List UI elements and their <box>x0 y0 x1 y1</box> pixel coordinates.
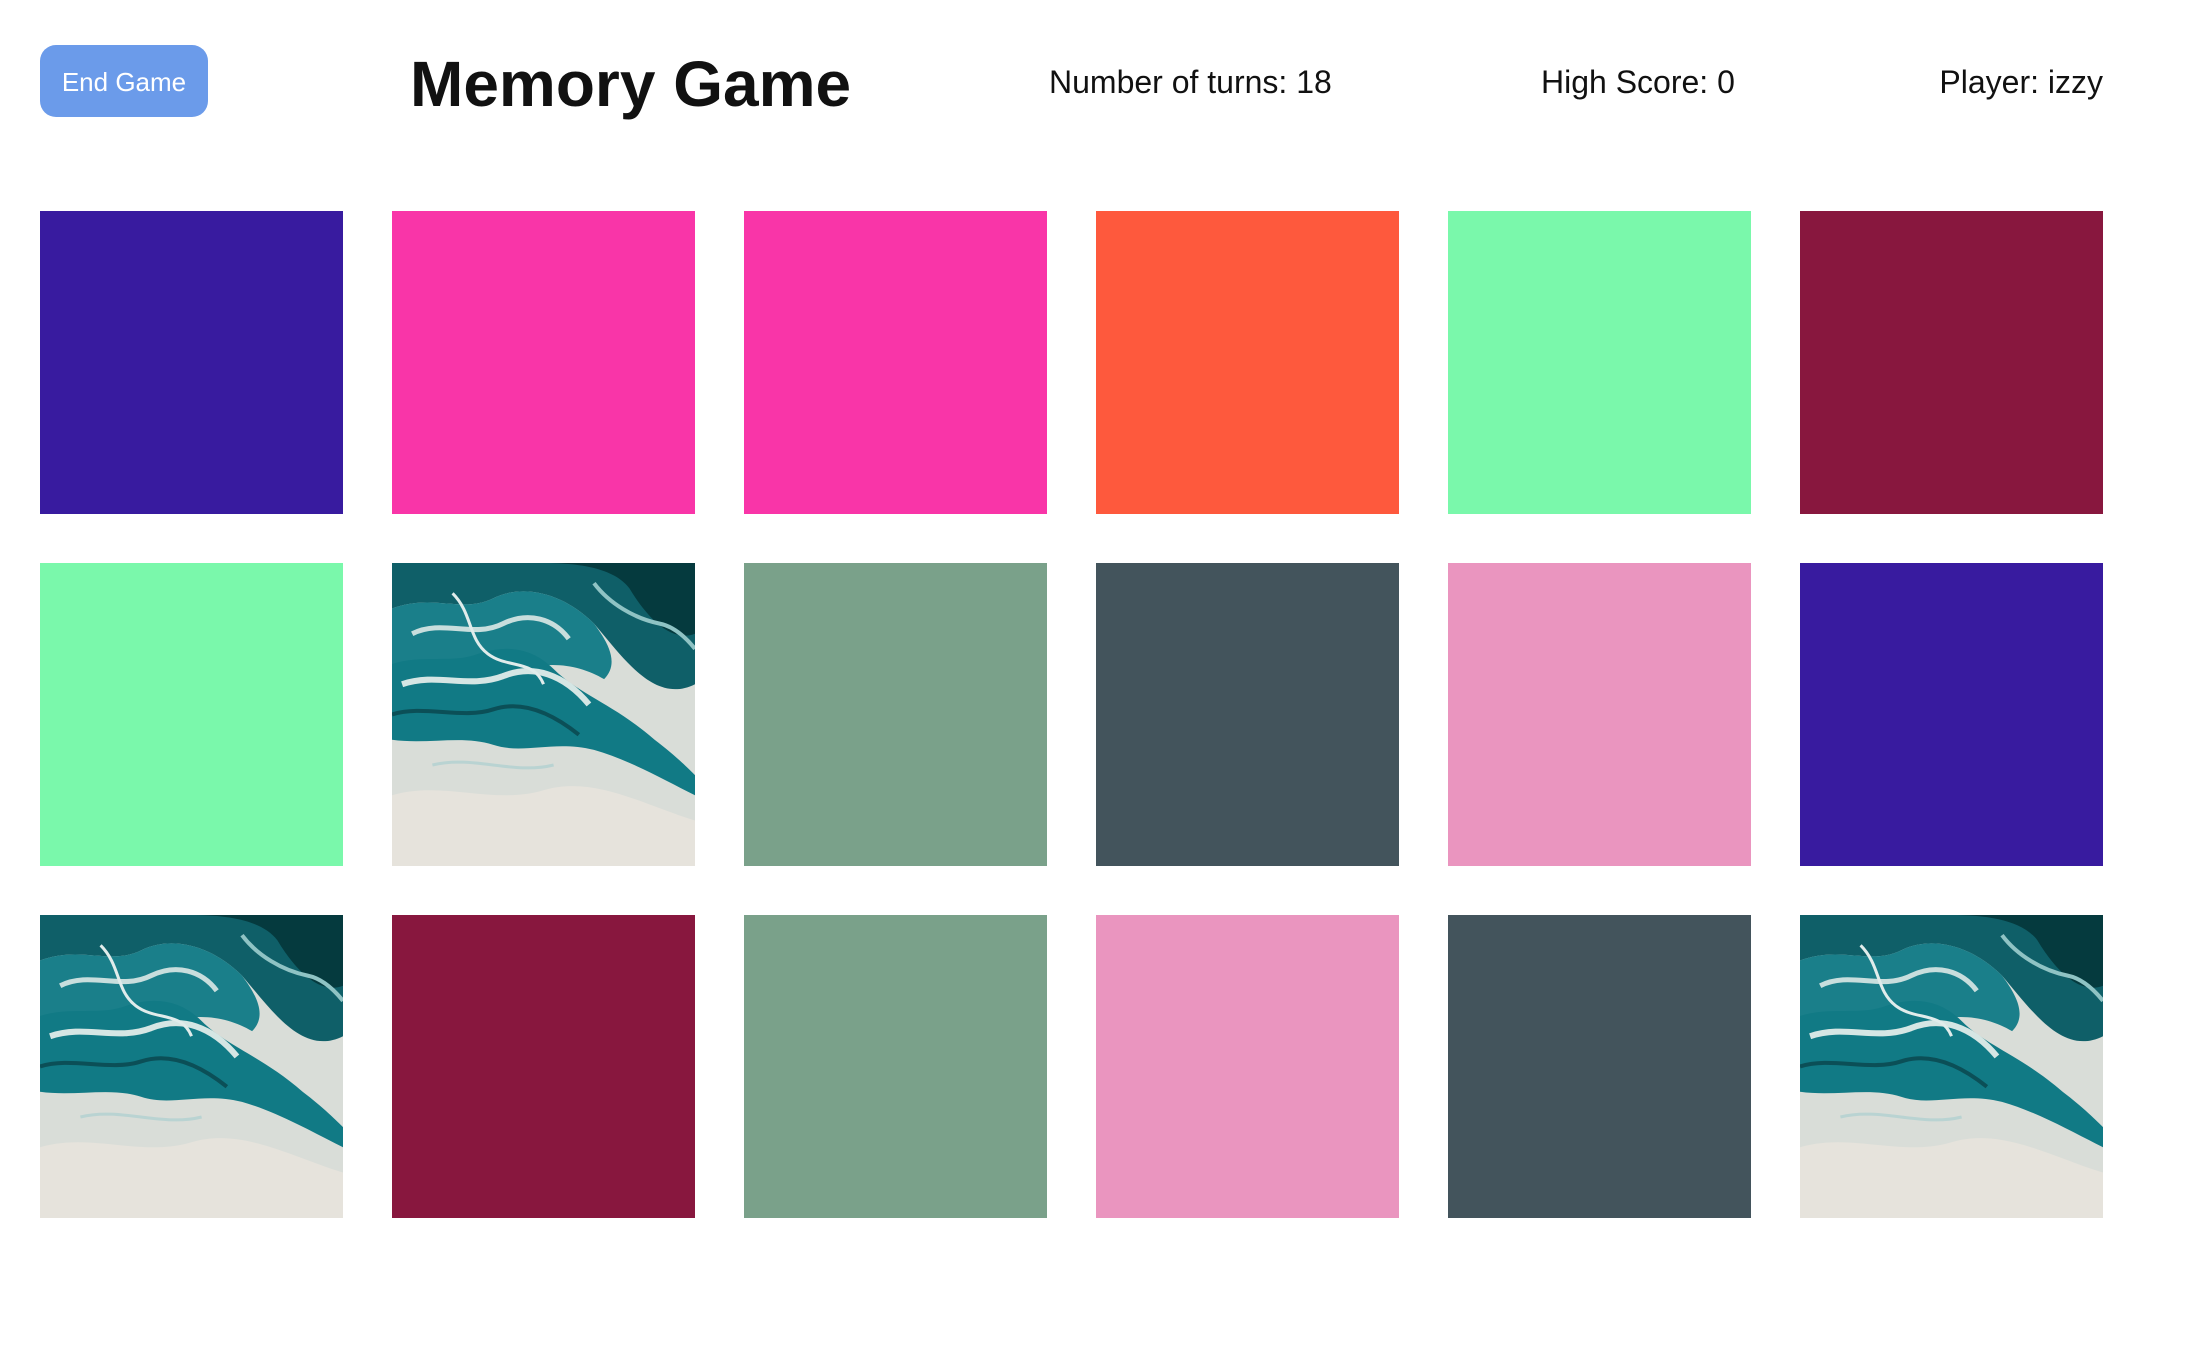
memory-card[interactable] <box>392 211 695 514</box>
memory-card[interactable] <box>1096 211 1399 514</box>
game-header: End Game Memory Game Number of turns: 18… <box>0 0 2188 170</box>
card-grid <box>40 211 2103 1218</box>
memory-card[interactable] <box>1800 211 2103 514</box>
card-marble-image[interactable] <box>392 563 695 866</box>
memory-card[interactable] <box>1096 563 1399 866</box>
player-name: Player: izzy <box>1939 64 2103 100</box>
card-marble-image[interactable] <box>1800 915 2103 1218</box>
end-game-button[interactable]: End Game <box>40 45 208 117</box>
memory-card[interactable] <box>744 563 1047 866</box>
page-title: Memory Game <box>410 48 852 120</box>
memory-card[interactable] <box>40 211 343 514</box>
card-marble-image[interactable] <box>40 915 343 1218</box>
memory-card[interactable] <box>1448 563 1751 866</box>
memory-card[interactable] <box>744 211 1047 514</box>
high-score: High Score: 0 <box>1541 64 1735 100</box>
memory-card[interactable] <box>392 915 695 1218</box>
memory-card[interactable] <box>1448 915 1751 1218</box>
memory-card[interactable] <box>1448 211 1751 514</box>
memory-card[interactable] <box>40 563 343 866</box>
memory-card[interactable] <box>1800 563 2103 866</box>
turns-counter: Number of turns: 18 <box>1049 64 1332 100</box>
memory-card[interactable] <box>1096 915 1399 1218</box>
memory-card[interactable] <box>744 915 1047 1218</box>
